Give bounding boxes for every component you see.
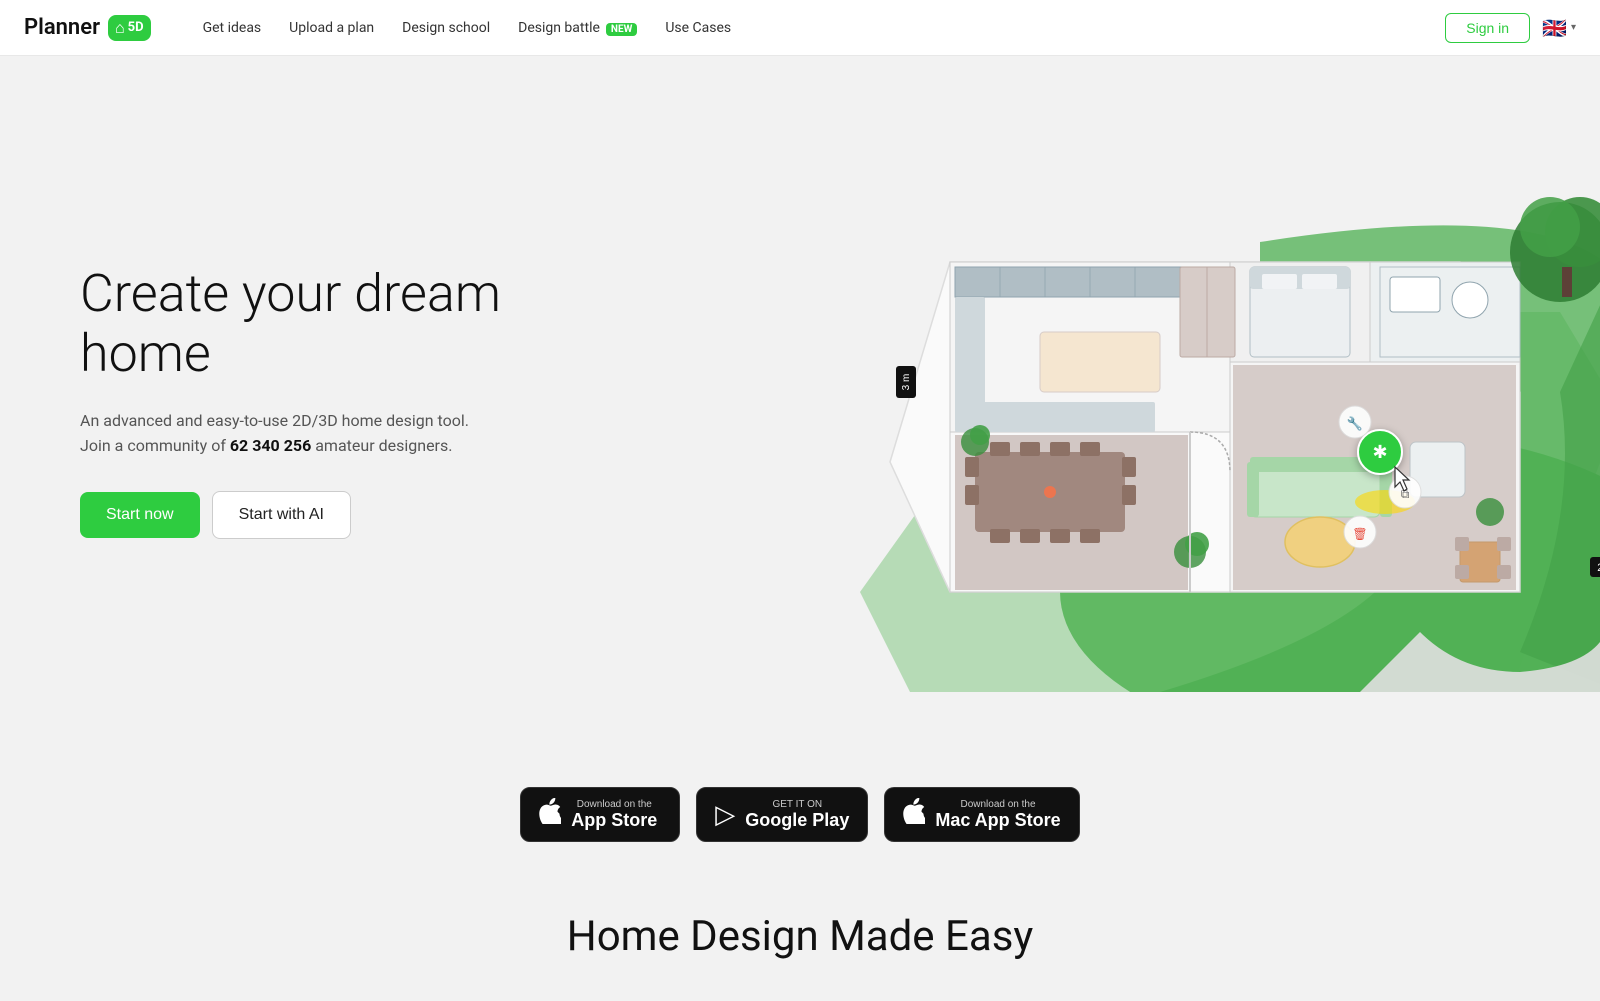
main-header: Planner ⌂ 5D Get ideasUpload a planDesig… xyxy=(0,0,1600,56)
store-buttons-section: Download on the App Store ▷ GET IT ON Go… xyxy=(0,747,1600,892)
app-store-top-label: Download on the xyxy=(571,799,657,810)
flag-icon: 🇬🇧 xyxy=(1542,16,1567,40)
google-play-top-label: GET IT ON xyxy=(745,799,849,810)
mac-app-store-text: Download on the Mac App Store xyxy=(935,799,1060,831)
apple-icon xyxy=(539,798,561,831)
floor-plan-3d: 8 m 6.2 m 3 m 2.5 m › › ✱ xyxy=(760,112,1600,692)
hero-subtitle: An advanced and easy-to-use 2D/3D home d… xyxy=(80,408,560,459)
nav-item-design-battle[interactable]: Design battleNEW xyxy=(506,12,649,44)
logo[interactable]: Planner ⌂ 5D xyxy=(24,15,151,41)
community-count: 62 340 256 xyxy=(230,436,311,455)
svg-text:🗑: 🗑 xyxy=(1352,527,1367,541)
bottom-section: Home Design Made Easy xyxy=(0,892,1600,1001)
hero-content: Create your dream home An advanced and e… xyxy=(0,56,1600,747)
google-play-button[interactable]: ▷ GET IT ON Google Play xyxy=(696,787,868,842)
header-right: Sign in 🇬🇧 ▾ xyxy=(1445,13,1576,43)
mac-app-store-button[interactable]: Download on the Mac App Store xyxy=(884,787,1079,842)
hero-text-block: Create your dream home An advanced and e… xyxy=(80,264,560,539)
hero-buttons: Start now Start with AI xyxy=(80,491,560,539)
mac-apple-icon xyxy=(903,798,925,831)
hero-image: 8 m 6.2 m 3 m 2.5 m › › ✱ xyxy=(740,56,1600,747)
sign-in-button[interactable]: Sign in xyxy=(1445,13,1530,43)
house-icon: ⌂ xyxy=(115,18,125,38)
mac-app-store-main-label: Mac App Store xyxy=(935,810,1060,831)
app-store-text: Download on the App Store xyxy=(571,799,657,831)
nav-item-upload-plan[interactable]: Upload a plan xyxy=(277,12,386,44)
hero-section: Create your dream home An advanced and e… xyxy=(0,0,1600,892)
google-play-text: GET IT ON Google Play xyxy=(745,799,849,831)
app-store-button[interactable]: Download on the App Store xyxy=(520,787,680,842)
start-now-button[interactable]: Start now xyxy=(80,492,200,538)
google-play-icon: ▷ xyxy=(715,799,735,830)
start-with-ai-button[interactable]: Start with AI xyxy=(212,491,351,539)
floor-plan-svg: 8 m 6.2 m 3 m 2.5 m › › ✱ xyxy=(760,112,1600,692)
bottom-title: Home Design Made Easy xyxy=(0,912,1600,961)
new-badge: NEW xyxy=(606,23,637,36)
nav-item-use-cases[interactable]: Use Cases xyxy=(653,12,743,44)
logo-badge: ⌂ 5D xyxy=(108,15,151,41)
main-nav: Get ideasUpload a planDesign schoolDesig… xyxy=(191,12,1446,44)
nav-item-get-ideas[interactable]: Get ideas xyxy=(191,12,274,44)
chevron-down-icon: ▾ xyxy=(1571,22,1576,33)
svg-text:✱: ✱ xyxy=(1372,442,1387,463)
svg-text:3 m: 3 m xyxy=(901,373,912,390)
google-play-main-label: Google Play xyxy=(745,810,849,831)
logo-text: Planner xyxy=(24,15,100,40)
svg-text:🔧: 🔧 xyxy=(1347,415,1363,432)
language-selector[interactable]: 🇬🇧 ▾ xyxy=(1542,16,1576,40)
hero-title: Create your dream home xyxy=(80,264,560,384)
nav-item-design-school[interactable]: Design school xyxy=(390,12,502,44)
mac-app-store-top-label: Download on the xyxy=(935,799,1060,810)
app-store-main-label: App Store xyxy=(571,810,657,831)
hero-subtitle-suffix: amateur designers. xyxy=(315,436,452,455)
